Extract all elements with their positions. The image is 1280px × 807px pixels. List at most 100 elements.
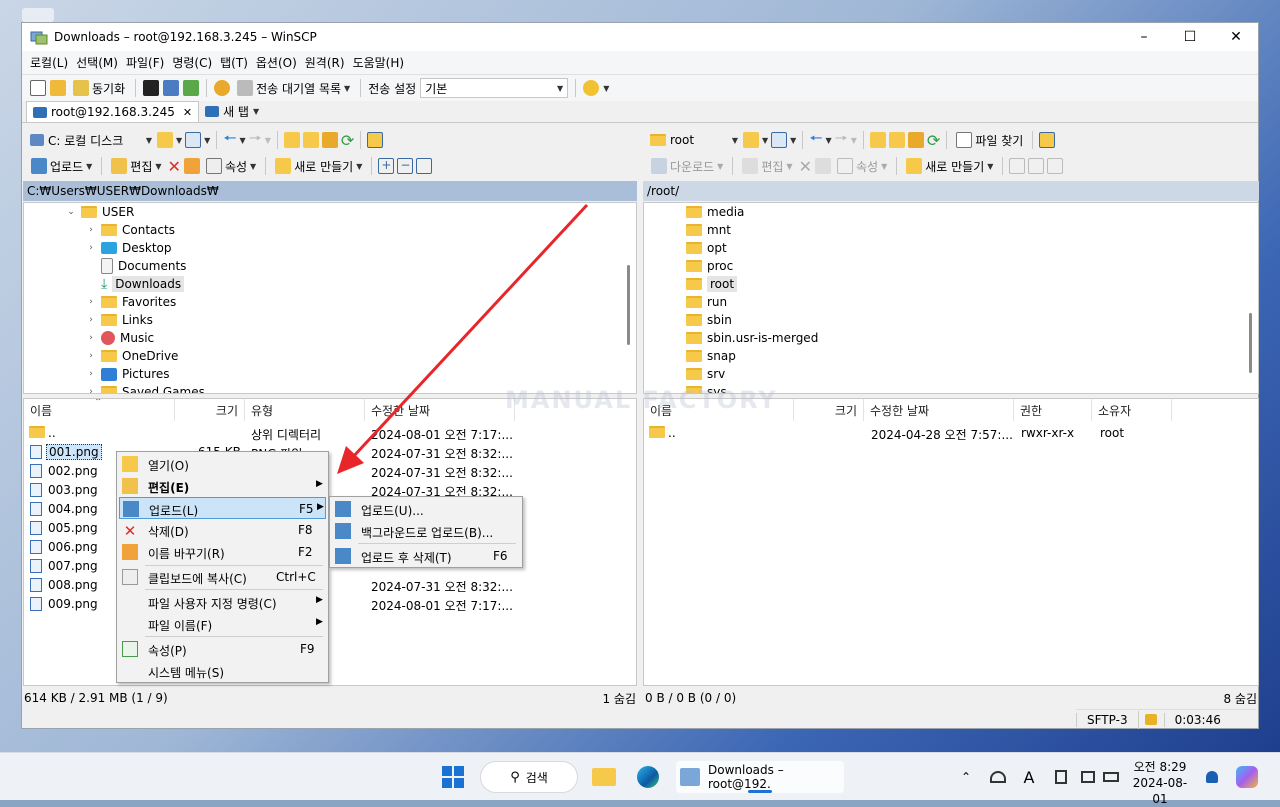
menu-item-file-names[interactable]: 파일 이름(F) ▶	[119, 613, 326, 635]
refresh-icon[interactable]: ⟳	[927, 131, 940, 150]
column-permissions[interactable]: 권한	[1014, 399, 1092, 421]
minimize-icon[interactable]: –	[1121, 23, 1167, 51]
forward-arrow-icon[interactable]: 🠖	[835, 128, 848, 153]
tree-toggle-icon[interactable]	[1039, 132, 1056, 148]
upload-button[interactable]: 업로드 ▼	[28, 155, 95, 177]
transfer-settings-select[interactable]: 기본 ▼	[420, 78, 569, 98]
submenu-item-upload-delete[interactable]: 업로드 후 삭제(T) F6	[332, 545, 520, 567]
local-drive-select[interactable]: C: 로컬 디스크 ▼	[28, 130, 154, 150]
back-arrow-icon[interactable]: 🠔	[223, 128, 236, 153]
column-owner[interactable]: 소유자	[1092, 399, 1172, 421]
tree-item-pictures[interactable]: › Pictures	[86, 365, 169, 383]
tree-item-favorites[interactable]: › Favorites	[86, 293, 176, 311]
preferences-gear-icon[interactable]	[214, 80, 231, 96]
rename-icon[interactable]	[814, 158, 831, 174]
column-size[interactable]: 크기	[175, 399, 245, 421]
tree-scrollbar[interactable]	[1249, 313, 1252, 373]
close-icon[interactable]: ✕	[1213, 23, 1259, 51]
properties-button[interactable]: 속성 ▼	[203, 155, 259, 177]
submenu-item-background-upload[interactable]: 백그라운드로 업로드(B)...	[332, 520, 520, 542]
menu-item-upload[interactable]: 업로드(L) F5 ▶	[119, 497, 326, 519]
tree-item-contacts[interactable]: › Contacts	[86, 221, 175, 239]
tree-item-saved-games[interactable]: › Saved Games	[86, 383, 205, 393]
terminal-icon[interactable]	[143, 80, 160, 96]
edit-button[interactable]: 편집 ▼	[108, 155, 164, 177]
compare-dirs-icon[interactable]	[30, 80, 46, 96]
putty-icon[interactable]	[163, 80, 180, 96]
back-arrow-icon[interactable]: 🠔	[809, 128, 822, 153]
column-modified[interactable]: 수정한 날짜	[864, 399, 1014, 421]
select-plus-icon[interactable]	[1009, 158, 1026, 174]
tree-item-mnt[interactable]: mnt	[686, 221, 731, 239]
list-item-parent[interactable]: .. 2024-04-28 오전 7:57:... rwxr-xr-x root	[644, 424, 1244, 443]
dropdown-arrow-icon[interactable]: ▼	[603, 84, 609, 93]
tree-item-documents[interactable]: Documents	[86, 257, 186, 275]
tree-item-root[interactable]: root	[686, 275, 738, 293]
tree-scrollbar[interactable]	[627, 265, 630, 345]
queue-list-button[interactable]: 전송 대기열 목록 ▼	[234, 77, 353, 99]
tree-item-onedrive[interactable]: › OneDrive	[86, 347, 178, 365]
network-off-icon[interactable]	[986, 761, 1010, 793]
unselect-minus-icon[interactable]: −	[397, 158, 414, 174]
remote-properties-button[interactable]: 속성 ▼	[834, 155, 890, 177]
column-type[interactable]: 유형	[245, 399, 365, 421]
column-modified[interactable]: 수정한 날짜	[365, 399, 515, 421]
column-size[interactable]: 크기	[794, 399, 864, 421]
ime-indicator[interactable]: A	[1018, 761, 1040, 793]
refresh-session-icon[interactable]	[183, 80, 200, 96]
menu-select[interactable]: 선택(M)	[72, 54, 122, 71]
search-box[interactable]: ⚲ 검색	[480, 761, 578, 793]
root-dir-icon[interactable]	[888, 132, 905, 148]
tree-item-snap[interactable]: snap	[686, 347, 736, 365]
menu-command[interactable]: 명령(C)	[168, 54, 216, 71]
battery-icon[interactable]	[1100, 761, 1122, 793]
tree-toggle-icon[interactable]	[367, 132, 384, 148]
home-icon[interactable]	[321, 132, 338, 148]
chevron-up-icon[interactable]: ⌃	[956, 761, 976, 793]
menu-item-rename[interactable]: 이름 바꾸기(R) F2	[119, 541, 326, 563]
edge-browser-icon[interactable]	[632, 761, 664, 793]
menu-remote[interactable]: 원격(R)	[301, 54, 349, 71]
tree-item-user[interactable]: ⌄ USER	[66, 203, 134, 221]
unselect-minus-icon[interactable]	[1028, 158, 1045, 174]
filter-icon[interactable]	[185, 132, 202, 148]
menu-tab[interactable]: 탭(T)	[216, 54, 252, 71]
menu-item-copy-clipboard[interactable]: 클립보드에 복사(C) Ctrl+C	[119, 566, 326, 588]
notification-bell-icon[interactable]	[1202, 761, 1222, 793]
filter-select-icon[interactable]	[416, 158, 433, 174]
network-icon[interactable]	[1077, 761, 1099, 793]
menu-item-edit[interactable]: 편집(E) ▶	[119, 475, 326, 497]
column-name[interactable]: 이름 ⌃	[24, 399, 175, 421]
menu-file[interactable]: 파일(F)	[122, 54, 168, 71]
tab-session-root[interactable]: root@192.168.3.245 ✕	[26, 101, 200, 122]
delete-x-icon[interactable]: ✕	[168, 157, 181, 176]
filter-select-icon[interactable]	[1047, 158, 1064, 174]
file-explorer-icon[interactable]	[588, 761, 620, 793]
remote-dir-select[interactable]: root ▼	[648, 130, 740, 150]
open-folder-icon[interactable]	[157, 132, 173, 148]
list-item-parent[interactable]: .. 상위 디렉터리 2024-08-01 오전 7:17:...	[24, 424, 624, 443]
remote-new-button[interactable]: 새로 만들기 ▼	[903, 155, 996, 177]
menu-item-custom-commands[interactable]: 파일 사용자 지정 명령(C) ▶	[119, 591, 326, 613]
submenu-item-upload[interactable]: 업로드(U)...	[332, 498, 520, 520]
tab-new[interactable]: 새 탭 ▼	[199, 101, 265, 122]
maximize-icon[interactable]: ☐	[1167, 23, 1213, 51]
tree-item-run[interactable]: run	[686, 293, 727, 311]
tree-item-sbin[interactable]: sbin	[686, 311, 732, 329]
sync-button[interactable]: 동기화	[70, 77, 128, 99]
windows-start-icon[interactable]	[437, 761, 469, 793]
tree-item-music[interactable]: › Music	[86, 329, 154, 347]
remote-edit-button[interactable]: 편집 ▼	[739, 155, 795, 177]
root-dir-icon[interactable]	[302, 132, 319, 148]
tree-item-sbin-merged[interactable]: sbin.usr-is-merged	[686, 329, 818, 347]
menu-local[interactable]: 로컬(L)	[26, 54, 72, 71]
menu-item-system-menu[interactable]: 시스템 메뉴(S)	[119, 660, 326, 682]
menu-item-properties[interactable]: 속성(P) F9	[119, 638, 326, 660]
copilot-icon[interactable]	[1232, 761, 1262, 793]
tree-item-srv[interactable]: srv	[686, 365, 725, 383]
taskbar-winscp-app[interactable]: Downloads – root@192.	[676, 761, 844, 793]
menu-help[interactable]: 도움말(H)	[349, 54, 409, 71]
rename-icon[interactable]	[183, 158, 200, 174]
tree-item-downloads[interactable]: ⤓ Downloads	[86, 275, 185, 293]
find-files-button[interactable]: 파일 찾기	[953, 129, 1026, 151]
